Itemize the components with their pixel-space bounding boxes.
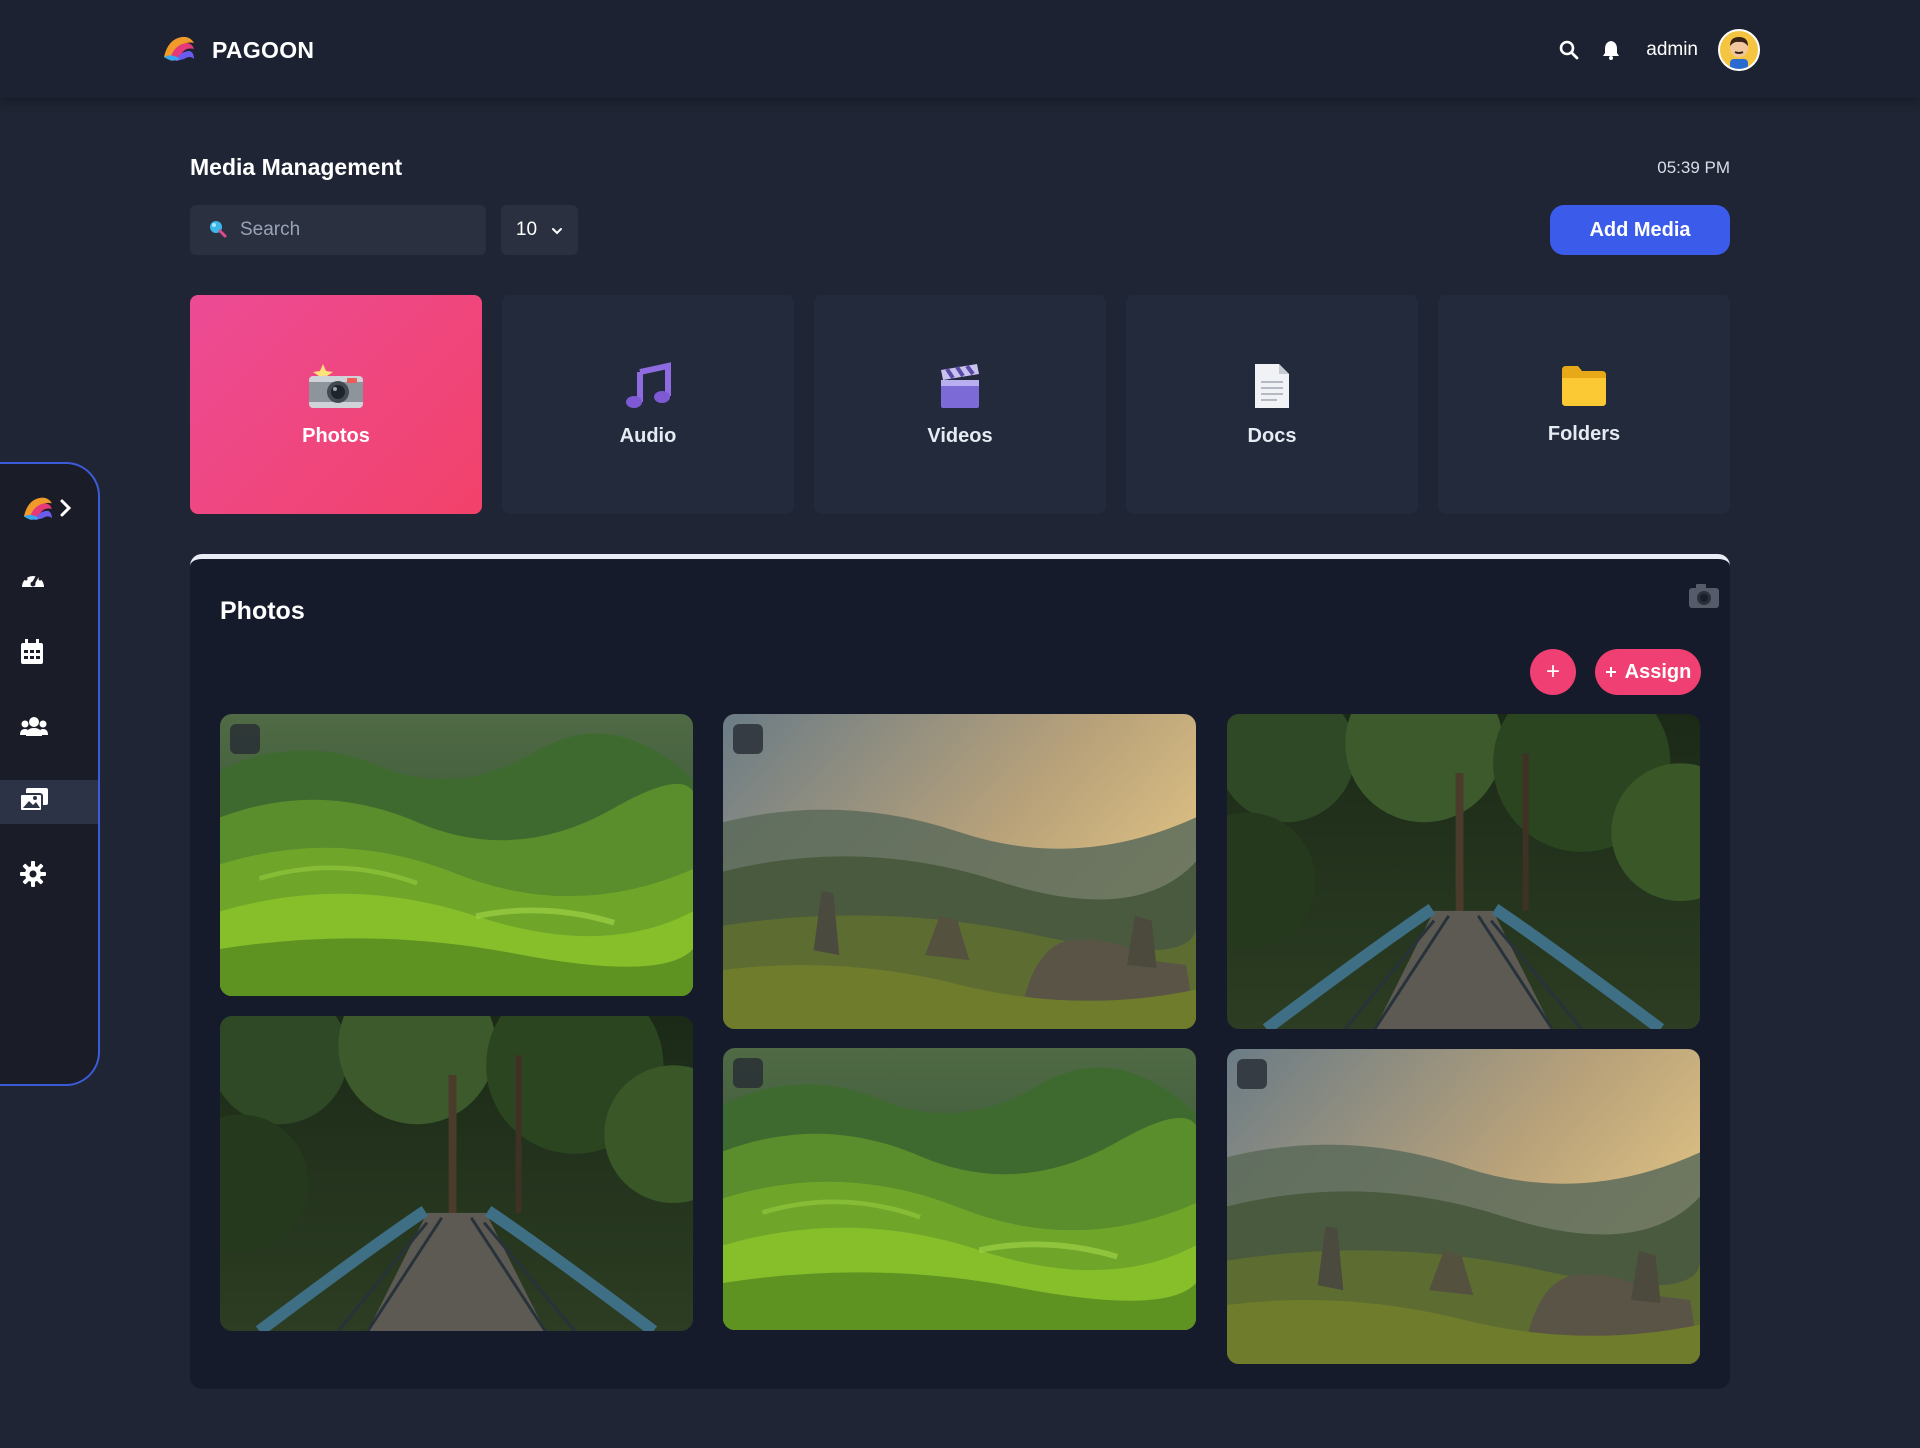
camera-flash-icon [307, 362, 365, 415]
document-icon [1253, 362, 1291, 415]
top-actions: admin [1558, 28, 1760, 72]
category-label: Folders [1547, 422, 1621, 445]
search-icon [208, 218, 228, 243]
select-checkbox[interactable] [230, 724, 260, 754]
category-videos[interactable]: Videos [814, 295, 1106, 514]
clock-time: 05:39 PM [1657, 158, 1730, 177]
chevron-right-icon [60, 499, 72, 522]
sidebar-item-media[interactable] [0, 780, 98, 824]
avatar[interactable] [1718, 29, 1760, 71]
panel-title: Photos [220, 597, 305, 625]
select-checkbox[interactable] [733, 1058, 763, 1088]
category-tabs: Photos Audio Videos Docs Folders [190, 295, 1730, 514]
sidebar-item-settings[interactable] [0, 854, 98, 898]
category-label: Audio [619, 424, 677, 447]
photos-panel: Photos + Assign [190, 554, 1730, 1389]
clapperboard-icon [937, 362, 983, 415]
user-name[interactable]: admin [1646, 39, 1698, 61]
top-bar: PAGOON admin [0, 0, 1920, 98]
photo-thumbnail[interactable] [220, 1016, 693, 1331]
calendar-icon [20, 638, 44, 670]
category-label: Docs [1247, 424, 1297, 447]
photo-thumbnail[interactable] [220, 714, 693, 996]
search-icon[interactable] [1558, 39, 1580, 61]
page-size-value: 10 [515, 219, 538, 240]
music-note-icon [624, 361, 672, 415]
brand[interactable]: PAGOON [160, 33, 314, 68]
logo-icon [160, 33, 196, 68]
page-title: Media Management [190, 154, 403, 180]
sidebar-item-dashboard[interactable] [0, 558, 98, 602]
app-name: PAGOON [212, 37, 315, 63]
add-photo-button[interactable]: + [1530, 649, 1576, 695]
select-checkbox[interactable] [1237, 1059, 1267, 1089]
gear-icon [20, 860, 46, 892]
assign-label: Assign [1624, 660, 1692, 683]
photo-thumbnail[interactable] [1227, 1049, 1700, 1364]
sidebar-toggle[interactable] [20, 494, 72, 527]
search-input[interactable] [240, 219, 470, 241]
assign-button[interactable]: Assign [1595, 649, 1701, 695]
sidebar-item-users[interactable] [0, 706, 98, 750]
speedometer-icon [20, 567, 46, 594]
folder-icon [1560, 364, 1608, 413]
category-label: Photos [302, 424, 370, 447]
users-icon [20, 716, 48, 741]
photo-thumbnail[interactable] [723, 714, 1196, 1029]
category-photos[interactable]: Photos [190, 295, 482, 514]
photo-thumbnail[interactable] [723, 1048, 1196, 1330]
photo-thumbnail[interactable] [1227, 714, 1700, 1029]
page-size-select[interactable]: 10 [501, 205, 578, 255]
add-media-button[interactable]: Add Media [1550, 205, 1730, 255]
category-audio[interactable]: Audio [502, 295, 794, 514]
search-field[interactable] [190, 205, 486, 255]
floating-sidebar [0, 462, 100, 1086]
category-folders[interactable]: Folders [1438, 295, 1730, 514]
select-checkbox[interactable] [733, 724, 763, 754]
sidebar-item-calendar[interactable] [0, 632, 98, 676]
logo-icon [20, 494, 54, 527]
plus-icon [1605, 661, 1617, 684]
chevron-down-icon [551, 219, 563, 241]
category-label: Videos [927, 424, 993, 447]
category-docs[interactable]: Docs [1126, 295, 1418, 514]
camera-icon [1688, 583, 1720, 614]
media-gallery-icon [19, 787, 48, 817]
bell-icon[interactable] [1600, 39, 1622, 61]
